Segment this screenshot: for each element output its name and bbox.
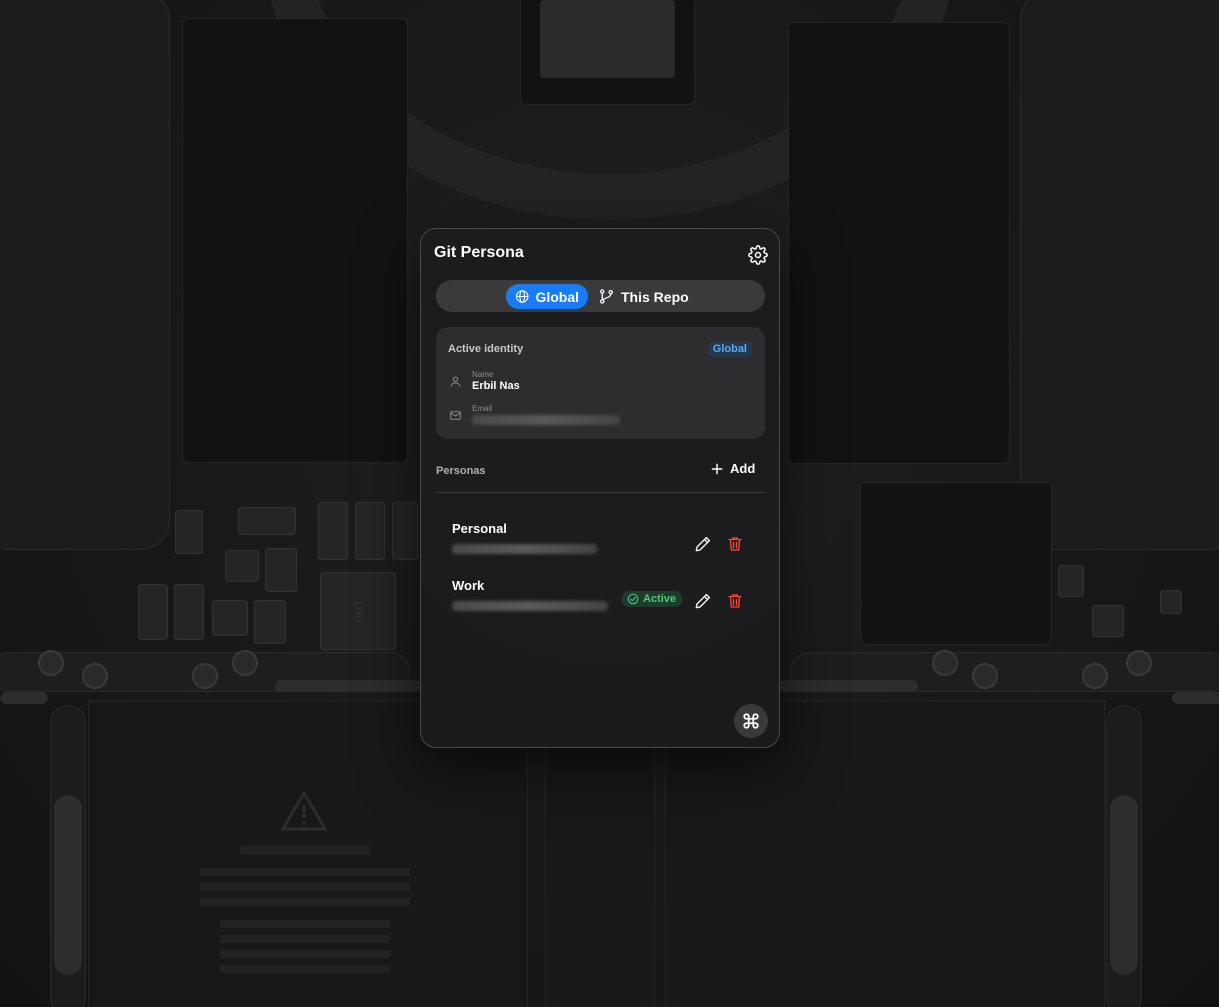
scope-badge: Global — [707, 341, 752, 357]
git-persona-popover: Git Persona Global This Repo Active iden… — [420, 228, 780, 748]
pencil-icon[interactable] — [694, 592, 712, 610]
persona-item-work[interactable]: Work Active — [436, 572, 765, 622]
scope-segmented-control: Global This Repo — [436, 280, 765, 312]
active-badge: Active — [622, 591, 683, 607]
persona-email-redacted — [452, 544, 597, 554]
git-branch-icon — [599, 289, 614, 304]
persona-item-personal[interactable]: Personal — [436, 515, 765, 565]
tab-global-label: Global — [535, 288, 579, 305]
command-icon — [743, 713, 759, 729]
tab-global[interactable]: Global — [506, 284, 588, 309]
personas-label: Personas — [436, 465, 486, 477]
gear-icon[interactable] — [748, 245, 768, 265]
active-badge-label: Active — [643, 593, 677, 605]
wallpaper-chip-label: 1R0 — [350, 599, 365, 623]
persona-name: Work — [452, 578, 485, 593]
add-persona-label: Add — [730, 461, 756, 476]
app-title: Git Persona — [434, 244, 524, 261]
name-label: Name — [472, 370, 494, 379]
email-value-redacted — [472, 415, 620, 425]
add-persona-button[interactable]: Add — [710, 461, 755, 476]
plus-icon — [711, 463, 723, 474]
mail-icon — [450, 411, 461, 420]
divider — [436, 492, 765, 493]
tab-this-repo-label: This Repo — [621, 288, 689, 305]
command-button[interactable] — [734, 704, 768, 738]
tab-this-repo[interactable]: This Repo — [589, 284, 699, 309]
active-identity-heading: Active identity — [448, 343, 524, 355]
email-label: Email — [472, 404, 493, 413]
trash-icon[interactable] — [726, 535, 744, 553]
check-circle-icon — [627, 593, 639, 605]
globe-icon — [515, 290, 529, 303]
trash-icon[interactable] — [726, 592, 744, 610]
persona-email-redacted — [452, 601, 608, 611]
name-value: Erbil Nas — [472, 380, 520, 392]
active-identity-card: Active identity Global Name Erbil Nas Em… — [436, 327, 765, 439]
persona-name: Personal — [452, 521, 507, 536]
pencil-icon[interactable] — [694, 535, 712, 553]
person-icon — [450, 376, 461, 387]
